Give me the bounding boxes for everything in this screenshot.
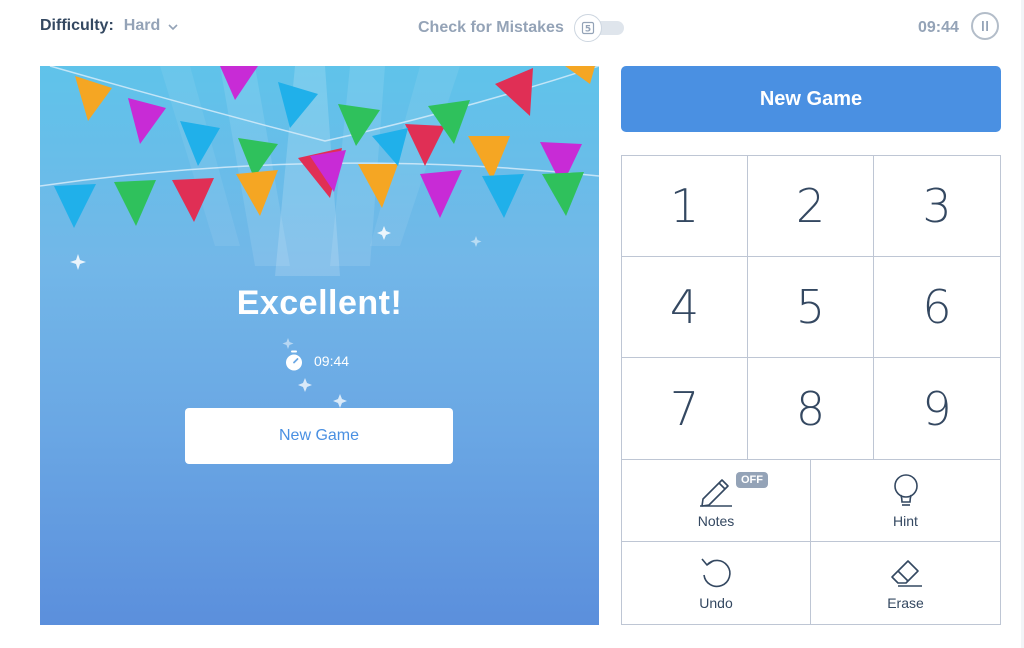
numpad-key-3[interactable]: 3	[874, 156, 1000, 257]
numpad-key-8[interactable]: 8	[748, 358, 874, 459]
toggle-knob[interactable]: 5	[573, 14, 602, 42]
svg-text:5: 5	[585, 25, 591, 35]
hint-button[interactable]: Hint	[811, 460, 1000, 542]
celebration-background	[40, 66, 599, 408]
notes-status-badge: OFF	[736, 472, 768, 488]
notes-button[interactable]: Notes OFF	[622, 460, 811, 542]
sudoku-board-completed: Excellent! 09:44 New Game	[40, 66, 599, 625]
pause-icon	[982, 21, 988, 31]
win-title: Excellent!	[236, 284, 403, 322]
top-bar: Difficulty: Hard Check for Mistakes 5 09…	[0, 0, 1024, 56]
hint-label: Hint	[893, 512, 918, 529]
chevron-down-icon[interactable]	[168, 23, 178, 31]
lightbulb-icon	[893, 473, 918, 506]
difficulty-value[interactable]: Hard	[124, 17, 160, 35]
check-mistakes-toggle[interactable]: 5	[573, 14, 626, 42]
pencil-icon	[700, 478, 732, 507]
undo-button[interactable]: Undo	[622, 542, 811, 624]
tool-panel: Notes OFF Hint Undo Erase	[621, 459, 1001, 625]
numpad-key-5[interactable]: 5	[748, 257, 874, 358]
numpad-key-7[interactable]: 7	[622, 358, 748, 459]
number-pad: 1 2 3 4 5 6 7 8 9	[621, 155, 1001, 460]
pause-button[interactable]	[971, 12, 999, 40]
numpad-key-4[interactable]: 4	[622, 257, 748, 358]
numpad-key-1[interactable]: 1	[622, 156, 748, 257]
new-game-button[interactable]: New Game	[621, 66, 1001, 132]
win-time-value: 09:44	[314, 353, 350, 369]
difficulty-selector[interactable]: Difficulty: Hard	[40, 17, 178, 35]
undo-label: Undo	[699, 595, 733, 611]
stopwatch-icon	[286, 350, 302, 371]
erase-button[interactable]: Erase	[811, 542, 1000, 624]
win-time: 09:44	[284, 350, 349, 372]
check-mistakes-label: Check for Mistakes	[418, 19, 564, 36]
overlay-new-game-button[interactable]: New Game	[185, 408, 453, 464]
numpad-key-2[interactable]: 2	[748, 156, 874, 257]
game-timer: 09:44	[918, 19, 959, 36]
undo-icon	[701, 558, 731, 588]
mistake-check-icon: 5	[581, 21, 594, 35]
notes-label: Notes	[697, 512, 735, 529]
erase-label: Erase	[887, 595, 924, 611]
check-mistakes-control[interactable]: Check for Mistakes 5	[418, 14, 626, 42]
numpad-key-9[interactable]: 9	[874, 358, 1000, 459]
difficulty-label: Difficulty:	[40, 17, 114, 34]
numpad-key-6[interactable]: 6	[874, 257, 1000, 358]
eraser-icon	[890, 560, 922, 587]
